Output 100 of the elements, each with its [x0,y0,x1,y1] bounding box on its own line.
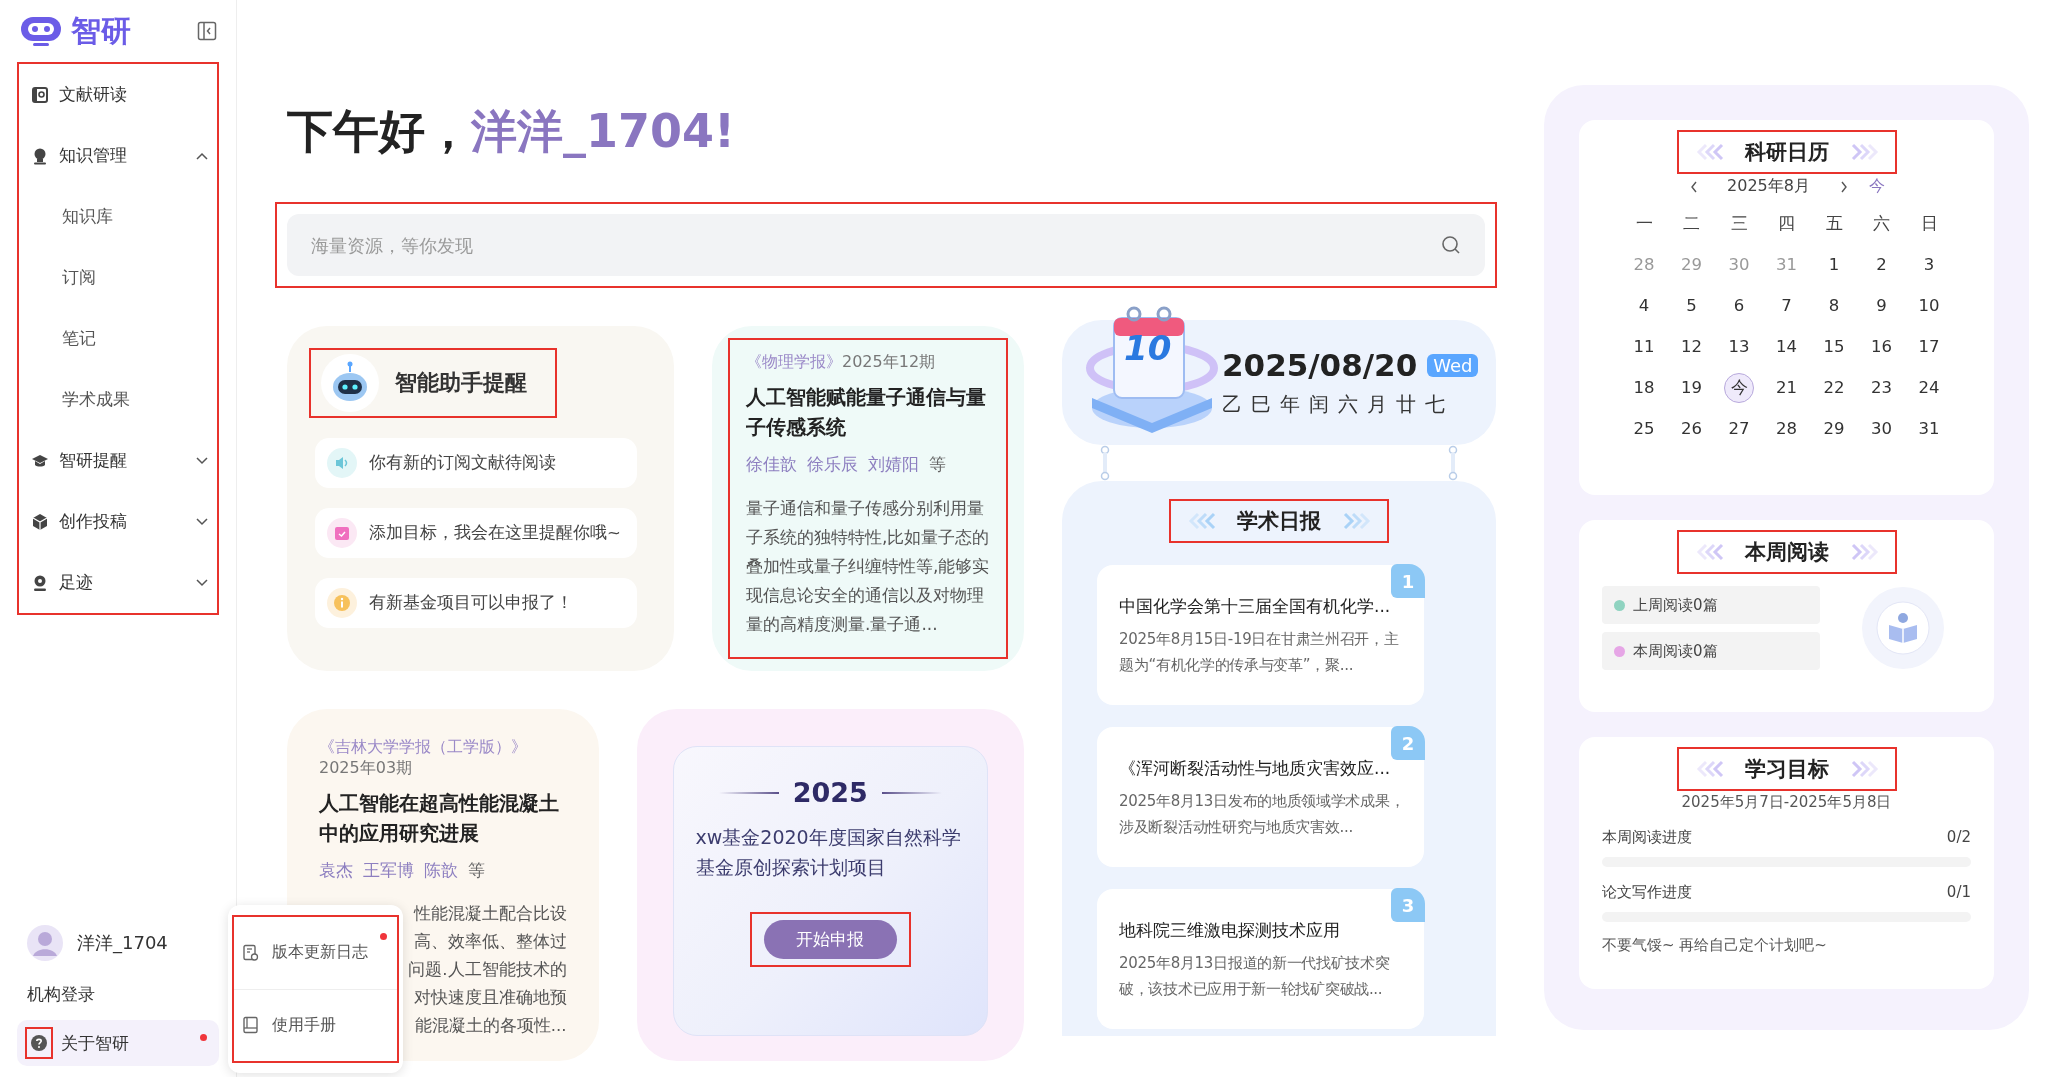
section-title: 本周阅读 [1744,539,1829,566]
sidebar-item[interactable]: 足迹 [31,552,209,613]
weekday-label: 三 [1729,212,1749,235]
fund-year: 2025 [792,777,868,808]
search-icon[interactable] [1441,235,1461,255]
calendar-day[interactable]: 23 [1857,367,1906,408]
weekday-label: 六 [1872,212,1891,235]
chevrons-right-icon [1341,511,1371,531]
calendar-day[interactable]: 12 [1667,326,1716,367]
calendar-day[interactable]: 13 [1715,326,1763,367]
calendar-day[interactable]: 16 [1857,326,1906,367]
abstract-line: 高、效率低、整体过 [413,931,567,953]
calendar-day[interactable]: 今 [1724,372,1754,403]
news-summary: 2025年8月13日发布的地质领域学术成果，涉及断裂活动性研究与地质灾害效... [1119,791,1406,838]
section-title: 学习目标 [1744,756,1829,783]
rank-badge: 2 [1391,726,1425,760]
popup-menu-item[interactable]: 版本更新日志 [234,917,397,989]
calendar-day[interactable]: 4 [1620,285,1668,326]
logo-text: 智研 [71,11,131,50]
progress-label: 论文写作进度 [1602,883,1692,902]
calendar-day[interactable]: 31 [1905,408,1953,449]
reminder-item[interactable]: 你有新的订阅文献待阅读 [315,438,637,488]
rank-badge: 1 [1391,564,1425,598]
journal-line: 《物理学报》2025年12期 [746,352,937,373]
calendar-day[interactable]: 11 [1620,326,1668,367]
calendar-check-icon [333,524,351,542]
news-title: 地科院三维激电探测技术应用 [1119,919,1340,942]
news-title: 中国化学会第十三届全国有机化学... [1119,595,1391,618]
about-menu-item[interactable]: 关于智研 [17,1020,219,1066]
month-label: 2025年8月 [1726,176,1811,197]
calendar-day[interactable]: 29 [1810,408,1858,449]
chevron-down-icon [195,455,209,466]
apply-button[interactable]: 开始申报 [763,920,897,959]
reminder-item[interactable]: 有新基金项目可以申报了！ [315,578,637,628]
calendar-day[interactable]: 6 [1715,285,1763,326]
news-card[interactable]: 3 地科院三维激电探测技术应用 2025年8月13日报道的新一代找矿技术突破，该技术已应用于新一轮找矿突破战... [1097,889,1424,1029]
calendar-day[interactable]: 18 [1620,367,1668,408]
calendar-day[interactable]: 8 [1810,285,1858,326]
sidebar-item[interactable]: 创作投稿 [31,491,209,552]
calendar-day[interactable]: 5 [1667,285,1716,326]
calendar-day[interactable]: 19 [1667,367,1716,408]
paper-abstract: 量子通信和量子传感分别利用量子系统的独特特性,比如量子态的叠加性或量子纠缠特性等,能够实现信息论安全的通信以及对物理量的高精度测量.量子通... [746,497,990,636]
calendar-day[interactable]: 7 [1762,285,1811,326]
calendar-day[interactable]: 17 [1905,326,1953,367]
card-title: 智能助手提醒 [395,369,527,397]
avatar-icon [27,925,63,961]
weekday-label: 日 [1919,212,1939,235]
collapse-sidebar-icon[interactable] [197,21,217,41]
sidebar-subitem[interactable]: 学术成果 [31,369,209,430]
calendar-day[interactable]: 1 [1810,244,1858,285]
today-button[interactable]: 今 [1868,176,1885,197]
calendar-day[interactable]: 10 [1905,285,1953,326]
calendar-day[interactable]: 26 [1667,408,1716,449]
sidebar-item[interactable]: 文献研读 [31,64,209,125]
chevron-down-icon [195,577,209,588]
sidebar-item[interactable]: 智研提醒 [31,430,209,491]
calendar-day[interactable]: 30 [1857,408,1906,449]
cube-icon [31,512,49,531]
sidebar-subitem[interactable]: 笔记 [31,308,209,369]
greeting-heading: 下午好，洋洋_1704! [287,103,736,160]
calendar-day[interactable]: 2 [1857,244,1906,285]
help-icon [31,1035,47,1051]
decorative-rule [718,791,779,794]
date-text: 2025/08/20 [1222,347,1418,383]
paper-title[interactable]: 人工智能赋能量子通信与量子传感系统 [746,383,990,443]
chevrons-left-icon [1694,759,1725,779]
calendar-day[interactable]: 21 [1762,367,1811,408]
calendar-day[interactable]: 14 [1762,326,1811,367]
section-title: 学术日报 [1237,508,1321,535]
legend-item: 本周阅读0篇 [1602,632,1820,670]
news-title: 《浑河断裂活动性与地质灾害效应... [1119,757,1391,780]
news-summary: 2025年8月13日报道的新一代找矿技术突破，该技术已应用于新一轮找矿突破战... [1119,953,1391,1000]
calendar-day[interactable]: 27 [1715,408,1763,449]
sidebar-subitem[interactable]: 知识库 [31,186,209,247]
robot-logo-icon [19,14,63,48]
lunar-date: 乙巳年闰六月廿七 [1222,391,1455,418]
news-card[interactable]: 1 中国化学会第十三届全国有机化学... 2025年8月15日-19日在甘肃兰州召开，主题为“有机化学的传承与变革”，聚... [1097,565,1424,705]
reader-icon [31,85,49,104]
org-login-link[interactable]: 机构登录 [17,969,219,1020]
user-name: 洋洋_1704 [77,931,168,955]
calendar-day[interactable]: 9 [1857,285,1906,326]
calendar-day[interactable]: 15 [1810,326,1858,367]
chevron-left-icon[interactable] [1688,179,1699,194]
weekday-label: 一 [1634,212,1654,235]
reminder-item[interactable]: 添加目标，我会在这里提醒你哦~ [315,508,637,558]
progress-label: 本周阅读进度 [1602,828,1692,847]
search-field[interactable]: 海量资源，等你发现 [287,214,1485,276]
calendar-day[interactable]: 25 [1620,408,1668,449]
sidebar-subitem[interactable]: 订阅 [31,247,209,308]
popup-menu-item[interactable]: 使用手册 [234,988,397,1061]
weekday-label: 四 [1777,212,1796,235]
calendar-day[interactable]: 3 [1905,244,1953,285]
chevron-up-icon [195,150,209,161]
sidebar-item[interactable]: 知识管理 [31,125,209,186]
calendar-day[interactable]: 22 [1810,367,1858,408]
paper-title[interactable]: 人工智能在超高性能混凝土中的应用研究进展 [319,789,567,849]
news-card[interactable]: 2 《浑河断裂活动性与地质灾害效应... 2025年8月13日发布的地质领域学术成果，涉及断裂活动性研究与地质灾害效... [1097,727,1424,867]
calendar-day[interactable]: 28 [1762,408,1811,449]
calendar-day[interactable]: 24 [1905,367,1953,408]
date-range: 2025年5月7日-2025年5月8日 [1681,793,1892,812]
